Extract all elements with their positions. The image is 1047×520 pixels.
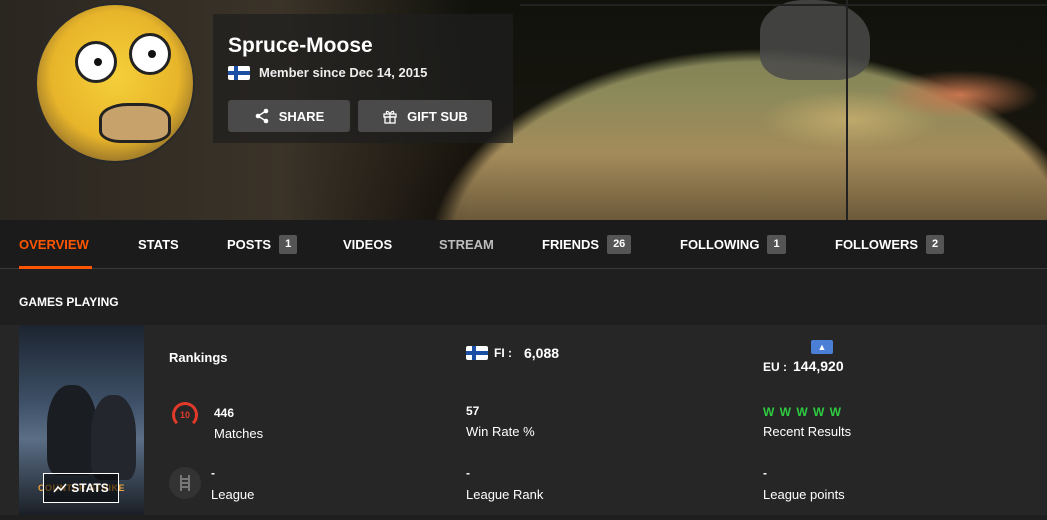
avatar-mouth xyxy=(99,103,171,143)
profile-info: Spruce-Moose Member since Dec 14, 2015 S… xyxy=(213,14,513,143)
matches-value: 446 xyxy=(214,406,235,420)
tab-label: FOLLOWERS xyxy=(835,237,919,252)
region-rank-value: 144,920 xyxy=(793,358,844,374)
country-code: FI : xyxy=(494,346,512,360)
country-rank-value: 6,088 xyxy=(524,345,560,361)
region-code: EU : xyxy=(763,360,787,374)
avatar-eye xyxy=(75,41,117,83)
share-button[interactable]: SHARE xyxy=(228,100,350,132)
finland-flag-icon xyxy=(466,346,488,360)
tab-count: 1 xyxy=(767,235,786,254)
league-value: - xyxy=(211,466,215,480)
section-title: GAMES PLAYING xyxy=(19,295,119,309)
gift-sub-button[interactable]: GIFT SUB xyxy=(358,100,492,132)
recent-results-label: Recent Results xyxy=(763,424,852,439)
banner-bush xyxy=(880,70,1040,120)
scope-line xyxy=(846,0,848,220)
username: Spruce-Moose xyxy=(228,34,373,57)
game-card: COUNTER STRIKE STATS Rankings FI : 6,088… xyxy=(0,325,1047,515)
share-icon xyxy=(255,108,269,124)
tab-stats[interactable]: STATS xyxy=(138,220,179,269)
banner-animal xyxy=(760,0,870,80)
member-since-text: Member since Dec 14, 2015 xyxy=(259,65,428,80)
profile-banner: Spruce-Moose Member since Dec 14, 2015 S… xyxy=(0,0,1047,220)
tab-label: POSTS xyxy=(227,237,272,252)
league-rank-label: League Rank xyxy=(466,487,544,502)
avatar[interactable] xyxy=(35,3,195,163)
tab-stream[interactable]: STREAM xyxy=(439,220,494,269)
ladder-icon xyxy=(180,475,190,491)
tab-count: 1 xyxy=(279,235,298,254)
league-ladder-icon xyxy=(169,467,201,499)
tab-overview[interactable]: OVERVIEW xyxy=(19,220,92,269)
region-rank-line: EU : 144,920 xyxy=(763,358,844,374)
tab-label: FRIENDS xyxy=(542,237,600,252)
tab-friends[interactable]: FRIENDS 26 xyxy=(542,220,632,269)
country-ranking: FI : 6,088 xyxy=(466,345,559,361)
game-cover[interactable]: COUNTER STRIKE STATS xyxy=(19,325,144,515)
tab-posts[interactable]: POSTS 1 xyxy=(227,220,298,269)
gift-sub-label: GIFT SUB xyxy=(407,108,468,124)
tab-videos[interactable]: VIDEOS xyxy=(343,220,392,269)
league-points-label: League points xyxy=(763,487,845,502)
skill-level-icon: 10 xyxy=(172,402,198,428)
tab-label: OVERVIEW xyxy=(19,237,89,252)
region-icon: ▲ xyxy=(811,340,833,354)
tab-label: VIDEOS xyxy=(343,237,393,252)
tab-label: STATS xyxy=(138,237,179,252)
scope-line xyxy=(520,4,1047,6)
tab-count: 26 xyxy=(607,235,632,254)
tab-label: STREAM xyxy=(439,237,494,252)
tab-count: 2 xyxy=(926,235,945,254)
tab-followers[interactable]: FOLLOWERS 2 xyxy=(835,220,945,269)
chart-line-icon xyxy=(53,483,67,493)
stats-button[interactable]: STATS xyxy=(43,473,119,503)
rankings-label: Rankings xyxy=(169,350,228,365)
profile-nav: OVERVIEW STATS POSTS 1 VIDEOS STREAM FRI… xyxy=(0,220,1047,269)
matches-label: Matches xyxy=(214,426,264,441)
league-points-value: - xyxy=(763,466,767,480)
cover-figure xyxy=(47,385,97,475)
gift-icon xyxy=(383,110,397,124)
winrate-value: 57 xyxy=(466,404,480,418)
stats-button-label: STATS xyxy=(71,481,109,495)
finland-flag-icon xyxy=(228,65,250,80)
league-label: League xyxy=(211,487,255,502)
share-label: SHARE xyxy=(278,108,325,124)
league-rank-value: - xyxy=(466,466,470,480)
tab-following[interactable]: FOLLOWING 1 xyxy=(680,220,786,269)
member-since: Member since Dec 14, 2015 xyxy=(228,65,427,80)
tab-label: FOLLOWING xyxy=(680,237,760,252)
recent-results-value: W W W W W xyxy=(763,405,842,419)
avatar-eye xyxy=(129,33,171,75)
winrate-label: Win Rate % xyxy=(466,424,535,439)
cover-figure xyxy=(91,395,136,480)
skill-level-value: 10 xyxy=(179,410,190,420)
